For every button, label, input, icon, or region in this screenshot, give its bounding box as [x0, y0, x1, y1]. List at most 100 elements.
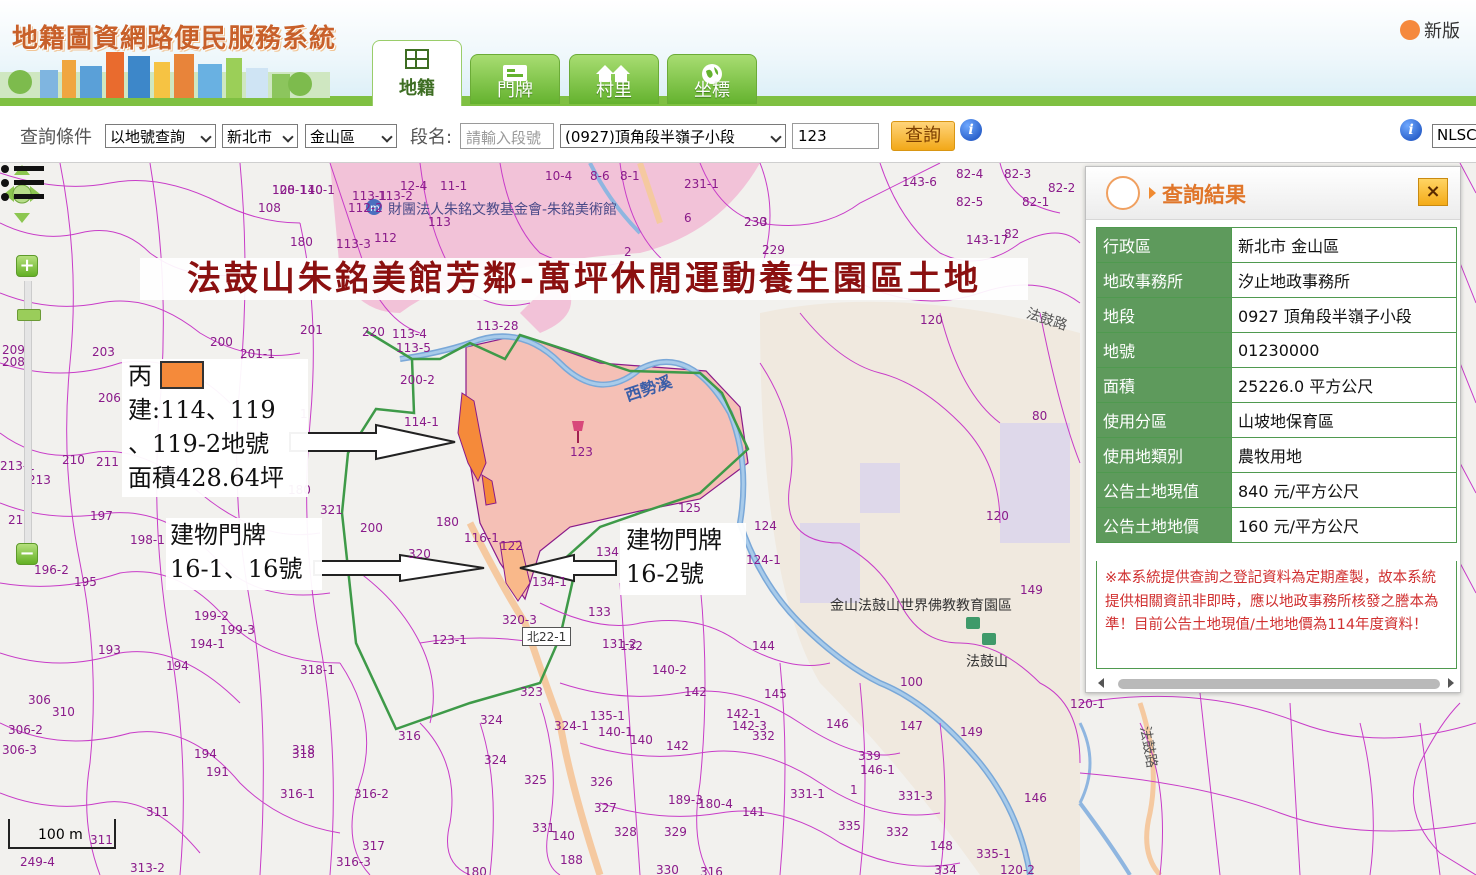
parcel-number-label: 318-1 — [300, 663, 335, 677]
parcel-number-label: 12-4 — [400, 179, 428, 193]
result-value: 山坡地保育區 — [1231, 402, 1457, 438]
scrollbar-thumb[interactable] — [1118, 679, 1440, 689]
parcel-number-label: 334 — [934, 863, 957, 875]
parcel-number-label: 112 — [374, 231, 397, 245]
query-criteria-label: 查詢條件 — [20, 127, 92, 148]
result-key: 地政事務所 — [1096, 262, 1232, 298]
result-key: 使用地類別 — [1096, 437, 1232, 473]
section-select[interactable]: (0927)頂角段半嶺子小段 — [560, 124, 786, 148]
tab-house-number[interactable]: 門牌 — [470, 54, 560, 104]
basemap-select[interactable]: NLSC — [1432, 124, 1476, 148]
scroll-right-icon[interactable] — [1448, 678, 1454, 688]
parcel-number-label: 327 — [594, 801, 617, 815]
parcel-number-label: 316-1 — [280, 787, 315, 801]
info-icon[interactable]: i — [960, 119, 982, 141]
parcel-number-label: 324 — [480, 713, 503, 727]
parcel-number-label: 82-5 — [956, 195, 984, 209]
parcel-number-label: 200-2 — [400, 373, 435, 387]
parcel-number-label: 188 — [560, 853, 583, 867]
parcel-number-label: 306-3 — [2, 743, 37, 757]
parcel-number-label: 331-3 — [898, 789, 933, 803]
horizontal-scrollbar[interactable] — [1096, 674, 1456, 692]
parcel-number-label: 326 — [590, 775, 613, 789]
parcel-number-label: 142 — [684, 685, 707, 699]
result-row: 使用地類別 農牧用地 — [1096, 437, 1457, 473]
section-number-input[interactable]: 請輸入段號 — [460, 123, 554, 149]
tab-coordinates[interactable]: 坐標 — [667, 54, 757, 104]
tab-village[interactable]: 村里 — [569, 54, 659, 104]
tab-cadastre[interactable]: 地籍 — [372, 40, 462, 106]
new-version-icon — [1400, 20, 1420, 40]
city-select[interactable]: 新北市 — [222, 124, 298, 148]
parcel-number-label: 80 — [1032, 409, 1048, 423]
parcel-number-label: 148 — [930, 839, 953, 853]
result-key: 行政區 — [1096, 227, 1232, 263]
parcel-number-label: 325 — [524, 773, 547, 787]
parcel-number-label: 318 — [292, 743, 315, 757]
result-panel-header: 查詢結果 × — [1086, 167, 1460, 220]
result-value: 840 元/平方公尺 — [1231, 472, 1457, 508]
result-key: 地段 — [1096, 297, 1232, 333]
query-button[interactable]: 查詢 — [891, 121, 955, 151]
parcel-number-label: 3 — [760, 215, 768, 229]
parcel-note-line: 建:114、119 — [128, 396, 276, 424]
parcel-number-label: 229 — [762, 243, 785, 257]
parcel-number-label: 123 — [570, 445, 593, 459]
zoom-in-button[interactable]: + — [16, 255, 38, 277]
parcel-number-label: 142 — [666, 739, 689, 753]
scroll-left-icon[interactable] — [1098, 678, 1104, 688]
temple-marker-icon — [966, 617, 980, 629]
zoom-out-button[interactable]: − — [16, 543, 38, 565]
zoom-slider[interactable]: + − — [14, 255, 41, 565]
result-row: 公告土地現值 840 元/平方公尺 — [1096, 472, 1457, 508]
legend-list-icon[interactable] — [0, 163, 46, 203]
result-row: 地段 0927 頂角段半嶺子小段 — [1096, 297, 1457, 333]
parcel-number-label: 112-2 — [348, 201, 383, 215]
zoom-handle[interactable] — [17, 309, 41, 321]
result-row: 面積 25226.0 平方公尺 — [1096, 367, 1457, 403]
result-key: 使用分區 — [1096, 402, 1232, 438]
new-version-label: 新版 — [1424, 21, 1460, 42]
info-icon-right[interactable]: i — [1400, 119, 1422, 141]
tab-label: 地籍 — [399, 78, 435, 99]
parcel-number-label: 231-1 — [684, 177, 719, 191]
close-button[interactable]: × — [1418, 178, 1448, 206]
new-version-link[interactable]: 新版 — [1400, 17, 1460, 43]
district-select[interactable]: 金山區 — [305, 124, 397, 148]
result-note: ※本系統提供查詢之登記資料為定期產製，故本系統提供相關資訊非即時，應以地政事務所… — [1096, 561, 1457, 669]
result-table: 行政區 新北市 金山區 地政事務所 汐止地政事務所 地段 0927 頂角段半嶺子小段 地號 0… — [1096, 227, 1457, 543]
result-panel-title: 查詢結果 — [1162, 183, 1246, 207]
parcel-number-label: 1 — [850, 783, 858, 797]
parcel-number-label: 313-2 — [130, 861, 165, 875]
parcel-note-line: 面積428.64坪 — [128, 464, 284, 492]
parcel-number-label: 82-1 — [1022, 195, 1050, 209]
parcel-number-label: 196-2 — [34, 563, 69, 577]
result-key: 公告土地地價 — [1096, 507, 1232, 543]
parcel-number-label: 140-1 — [598, 725, 633, 739]
parcel-number-label: 191 — [206, 765, 229, 779]
parcel-number-label: 316-3 — [336, 855, 371, 869]
parcel-number-label: 2 — [624, 245, 632, 259]
parcel-number-label: 124 — [754, 519, 777, 533]
parcel-number-label: 331-1 — [790, 787, 825, 801]
parcel-number-label: 145 — [764, 687, 787, 701]
parcel-number-label: 206 — [98, 391, 121, 405]
parcel-number-label: 120 — [272, 183, 295, 197]
parcel-number-label: 249-4 — [20, 855, 55, 869]
parcel-number-label: 141 — [742, 805, 765, 819]
query-type-select[interactable]: 以地號查詢 — [105, 124, 216, 148]
tab-label: 村里 — [596, 80, 632, 101]
parcel-number-label: 180 — [290, 235, 313, 249]
result-icon — [1106, 176, 1140, 210]
result-key: 公告土地現值 — [1096, 472, 1232, 508]
parcel-number-label: 316-2 — [354, 787, 389, 801]
parcel-color-swatch — [160, 361, 204, 389]
result-key: 地號 — [1096, 332, 1232, 368]
parcel-number-label: 114-1 — [404, 415, 439, 429]
parcel-number-label: 146 — [826, 717, 849, 731]
result-value: 01230000 — [1231, 332, 1457, 368]
parcel-number-label: 82 — [1004, 227, 1020, 241]
parcel-number-label: 321 — [320, 503, 343, 517]
parcel-number-input[interactable]: 123 — [792, 123, 879, 149]
query-toolbar: 查詢條件 以地號查詢 新北市 金山區 段名: 請輸入段號 (0927)頂角段半嶺… — [0, 106, 1476, 163]
